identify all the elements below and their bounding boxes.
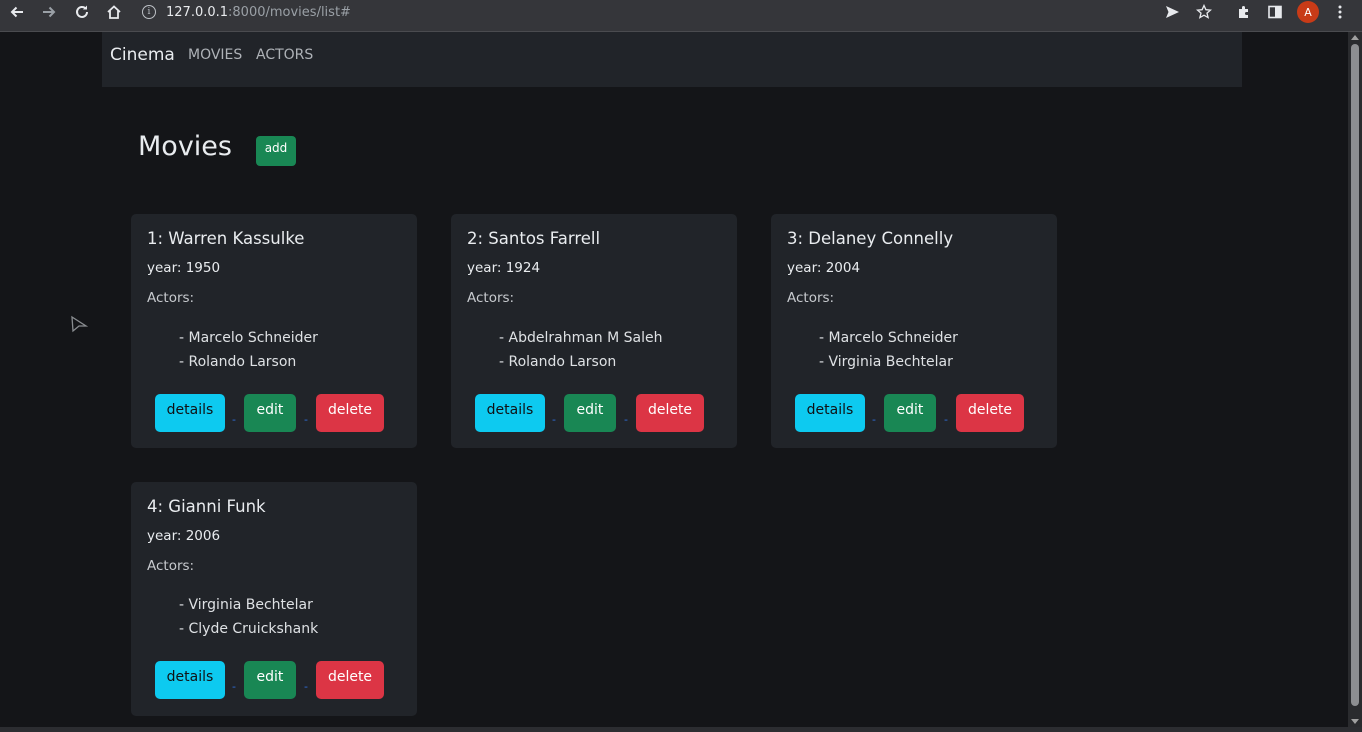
actors-label: Actors:	[147, 558, 195, 574]
movie-title: 4: Gianni Funk	[147, 497, 266, 516]
scroll-down-icon[interactable]	[1351, 719, 1359, 724]
send-icon[interactable]	[1160, 0, 1184, 24]
movie-year: year: 1950	[147, 260, 221, 276]
home-icon[interactable]	[102, 0, 126, 24]
actor-item: - Marcelo Schneider	[179, 330, 318, 346]
movie-year: year: 2006	[147, 528, 221, 544]
navbar-brand[interactable]: Cinema	[110, 45, 175, 65]
url-path: :8000/movies/list#	[228, 4, 351, 20]
separator-link[interactable]: -	[872, 413, 876, 426]
details-button[interactable]: details	[795, 394, 865, 432]
add-movie-button[interactable]: add	[256, 136, 296, 166]
menu-kebab-icon[interactable]	[1328, 0, 1352, 24]
scroll-up-icon[interactable]	[1351, 35, 1359, 40]
nav-link-movies[interactable]: MOVIES	[188, 47, 242, 63]
vertical-scrollbar[interactable]	[1348, 32, 1362, 727]
address-bar[interactable]: i 127.0.0.1:8000/movies/list#	[142, 0, 351, 24]
details-button[interactable]: details	[155, 394, 225, 432]
delete-button[interactable]: delete	[316, 394, 384, 432]
bookmark-star-icon[interactable]	[1192, 0, 1216, 24]
mouse-cursor-icon	[70, 315, 89, 337]
delete-button[interactable]: delete	[636, 394, 704, 432]
info-icon[interactable]: i	[142, 5, 156, 19]
bottom-edge	[0, 727, 1362, 732]
separator-link[interactable]: -	[624, 413, 628, 426]
nav-link-actors[interactable]: ACTORS	[256, 47, 313, 63]
site-navbar: Cinema MOVIES ACTORS	[102, 32, 1242, 87]
actors-label: Actors:	[787, 290, 835, 306]
edit-button[interactable]: edit	[244, 661, 296, 699]
separator-link[interactable]: -	[304, 680, 308, 693]
profile-avatar[interactable]: A	[1297, 1, 1319, 23]
movie-year: year: 2004	[787, 260, 861, 276]
actor-item: - Rolando Larson	[499, 354, 617, 370]
delete-button[interactable]: delete	[956, 394, 1024, 432]
movie-title: 2: Santos Farrell	[467, 229, 601, 248]
actors-label: Actors:	[147, 290, 195, 306]
actor-item: - Rolando Larson	[179, 354, 297, 370]
separator-link[interactable]: -	[232, 680, 236, 693]
page-title: Movies	[138, 131, 232, 162]
reload-icon[interactable]	[70, 0, 94, 24]
movie-title: 1: Warren Kassulke	[147, 229, 305, 248]
side-panel-icon[interactable]	[1263, 0, 1287, 24]
details-button[interactable]: details	[155, 661, 225, 699]
separator-link[interactable]: -	[944, 413, 948, 426]
forward-icon[interactable]	[37, 0, 61, 24]
edit-button[interactable]: edit	[564, 394, 616, 432]
movie-card: 3: Delaney Connelly year: 2004 Actors: -…	[771, 214, 1057, 448]
scrollbar-thumb[interactable]	[1351, 44, 1359, 706]
extensions-icon[interactable]	[1232, 0, 1256, 24]
delete-button[interactable]: delete	[316, 661, 384, 699]
edit-button[interactable]: edit	[884, 394, 936, 432]
actor-item: - Virginia Bechtelar	[179, 597, 313, 613]
actor-item: - Clyde Cruickshank	[179, 621, 319, 637]
back-icon[interactable]	[5, 0, 29, 24]
movie-title: 3: Delaney Connelly	[787, 229, 954, 248]
url-host: 127.0.0.1	[166, 4, 229, 20]
actors-label: Actors:	[467, 290, 515, 306]
browser-toolbar: i 127.0.0.1:8000/movies/list# A	[0, 0, 1362, 32]
edit-button[interactable]: edit	[244, 394, 296, 432]
movie-card: 2: Santos Farrell year: 1924 Actors: - A…	[451, 214, 737, 448]
movie-card: 1: Warren Kassulke year: 1950 Actors: - …	[131, 214, 417, 448]
actor-item: - Abdelrahman M Saleh	[499, 330, 663, 346]
separator-link[interactable]: -	[552, 413, 556, 426]
movie-card: 4: Gianni Funk year: 2006 Actors: - Virg…	[131, 482, 417, 716]
separator-link[interactable]: -	[304, 413, 308, 426]
actor-item: - Virginia Bechtelar	[819, 354, 953, 370]
details-button[interactable]: details	[475, 394, 545, 432]
actor-item: - Marcelo Schneider	[819, 330, 958, 346]
separator-link[interactable]: -	[232, 413, 236, 426]
movie-year: year: 1924	[467, 260, 541, 276]
